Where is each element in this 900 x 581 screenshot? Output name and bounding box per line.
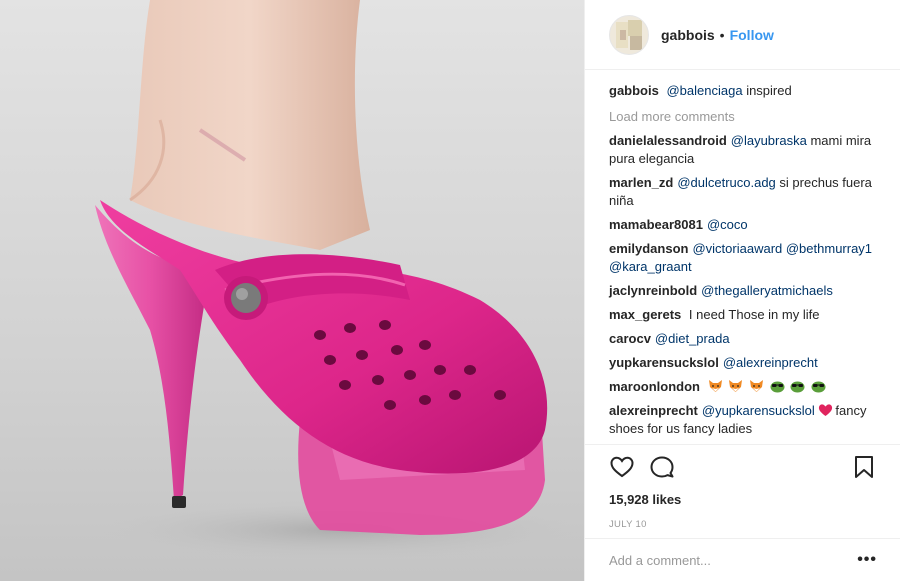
fox-face-icon [749, 380, 763, 392]
post-date: JULY 10 [609, 519, 647, 530]
bookmark-icon[interactable] [851, 454, 877, 480]
comment-mention[interactable]: @alexreinprecht [723, 355, 818, 370]
likes-count[interactable]: 15,928 likes [609, 491, 877, 509]
comment-username[interactable]: maroonlondon [609, 379, 700, 394]
comment-mention[interactable]: @thegalleryatmichaels [701, 283, 833, 298]
comment-username[interactable]: emilydanson [609, 241, 688, 256]
emoji-row [708, 379, 828, 394]
header-username[interactable]: gabbois [661, 27, 715, 43]
comment-mention[interactable]: @diet_prada [655, 331, 730, 346]
comment-item: marlen_zd @dulcetruco.adg si prechus fuer… [609, 174, 876, 210]
add-comment-bar: ••• [585, 538, 900, 581]
comments-list: gabbois @balenciaga inspired Load more c… [585, 70, 900, 442]
comment-username[interactable]: mamabear8081 [609, 217, 703, 232]
comment-username[interactable]: danielalessandroid [609, 133, 727, 148]
comment-item: max_gerets I need Those in my life [609, 306, 876, 324]
comment-icon[interactable] [649, 454, 675, 480]
sunglasses-face-icon [770, 381, 784, 393]
comment-username[interactable]: jaclynreinbold [609, 283, 697, 298]
comment-item: yupkarensuckslol @alexreinprecht [609, 354, 876, 372]
post-photo[interactable] [0, 0, 584, 581]
comment-username[interactable]: marlen_zd [609, 175, 673, 190]
comment-item: danielalessandroid @layubraska mami mira … [609, 132, 876, 168]
comment-text: I need Those in my life [688, 307, 820, 322]
load-more-comments-button[interactable]: Load more comments [609, 108, 876, 126]
heart-icon[interactable] [609, 454, 635, 480]
add-comment-input[interactable] [609, 552, 858, 568]
heart-emoji-icon [819, 404, 833, 416]
comment-item: emilydanson @victoriaaward @bethmurray1 @… [609, 240, 876, 276]
post-side-panel: gabbois • Follow gabbois @balenciaga ins… [584, 0, 900, 581]
instagram-post: gabbois • Follow gabbois @balenciaga ins… [0, 0, 900, 581]
fox-face-icon [729, 380, 743, 392]
comment-mention[interactable]: @coco [707, 217, 748, 232]
caption: gabbois @balenciaga inspired [609, 82, 876, 100]
comment-username[interactable]: max_gerets [609, 307, 681, 322]
avatar[interactable] [609, 14, 649, 55]
post-header: gabbois • Follow [585, 0, 900, 70]
caption-text: inspired [746, 83, 792, 98]
fox-face-icon [708, 380, 722, 392]
sunglasses-face-icon [811, 381, 826, 393]
comment-username[interactable]: carocv [609, 331, 651, 346]
pink-croc-heel-image [0, 0, 584, 581]
sunglasses-face-icon [790, 381, 805, 393]
caption-mention[interactable]: @balenciaga [666, 83, 742, 98]
comment-item: alexreinprecht @yupkarensuckslol fancy sh… [609, 402, 876, 438]
more-options-icon[interactable]: ••• [857, 551, 877, 569]
follow-button[interactable]: Follow [730, 27, 774, 43]
action-bar [609, 445, 877, 489]
comment-item: maroonlondon [609, 378, 876, 396]
caption-username[interactable]: gabbois [609, 83, 659, 98]
comment-item: mamabear8081 @coco [609, 216, 876, 234]
comment-username[interactable]: alexreinprecht [609, 403, 698, 418]
post-actions: 15,928 likes JULY 10 [585, 444, 900, 530]
separator-dot: • [719, 26, 725, 43]
comment-item: carocv @diet_prada [609, 330, 876, 348]
comment-mention[interactable]: @yupkarensuckslol [702, 403, 815, 418]
comment-username[interactable]: yupkarensuckslol [609, 355, 719, 370]
comment-mention[interactable]: @layubraska [731, 133, 807, 148]
comment-item: jaclynreinbold @thegalleryatmichaels [609, 282, 876, 300]
comment-mention[interactable]: @dulcetruco.adg [677, 175, 775, 190]
